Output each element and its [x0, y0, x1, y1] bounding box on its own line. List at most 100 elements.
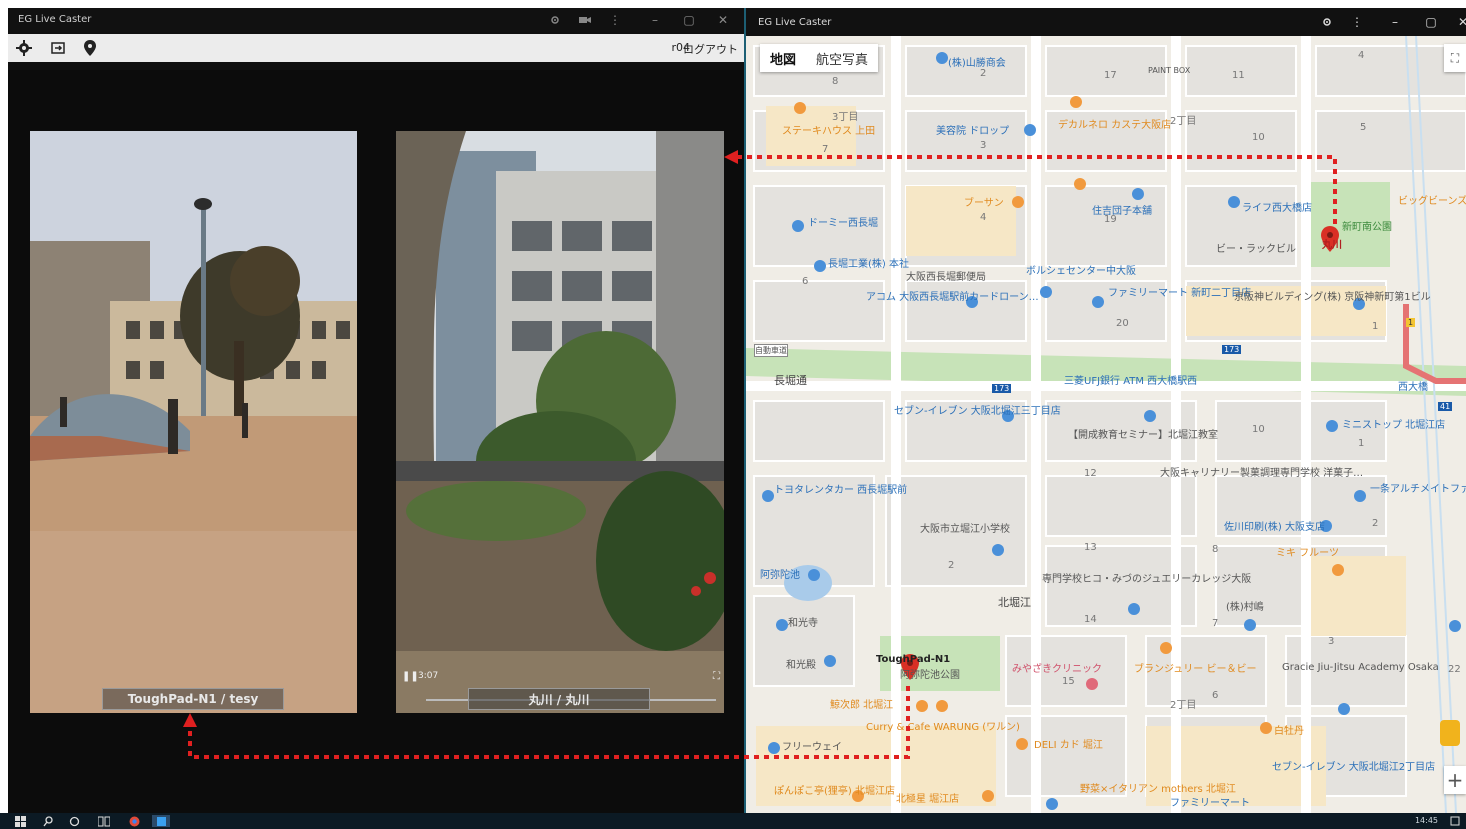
poi-label[interactable]: 和光殿: [786, 656, 816, 671]
close-icon[interactable]: ✕: [1446, 10, 1466, 34]
poi-label[interactable]: (株)村嶋: [1226, 598, 1264, 613]
clock[interactable]: 14:45: [1415, 816, 1438, 825]
search-icon[interactable]: [40, 815, 56, 827]
poi-label[interactable]: 和光寺: [788, 614, 818, 629]
poi-label[interactable]: ミキ フルーツ: [1276, 544, 1339, 559]
block-number: 4: [980, 212, 987, 223]
cast-icon[interactable]: [538, 8, 572, 32]
location-pin-icon[interactable]: [80, 38, 100, 58]
video-label-toughpad: ToughPad-N1 / tesy: [102, 688, 284, 710]
block-number: 14: [1084, 614, 1097, 625]
block-number: 6: [802, 276, 809, 287]
pause-icon[interactable]: ❚❚: [402, 671, 419, 682]
poi-label[interactable]: Curry & Cafe WARUNG (ワルン): [866, 718, 1020, 733]
poi-label[interactable]: DELI カド 堀江: [1034, 736, 1103, 751]
pegman-icon[interactable]: [1440, 720, 1460, 746]
block-number: 3: [980, 140, 987, 151]
poi-label[interactable]: ぽんぽこ亭(狸亭) 北堀江店: [774, 782, 895, 797]
close-icon[interactable]: ✕: [706, 8, 740, 32]
zoom-in-button[interactable]: +: [1444, 766, 1466, 794]
marker-label-marukawa[interactable]: 丸川: [1322, 236, 1342, 251]
more-options-icon[interactable]: ⋮: [1340, 10, 1374, 34]
block-number: 2: [948, 560, 955, 571]
block-number: 3丁目: [832, 112, 859, 123]
block-number: 3: [1328, 636, 1335, 647]
map-view-button[interactable]: 地図: [760, 49, 806, 68]
poi-label[interactable]: 三菱UFJ銀行 ATM 西大橋駅西: [1064, 372, 1197, 387]
gear-icon[interactable]: [14, 38, 34, 58]
logout-button[interactable]: ログアウト: [683, 41, 738, 57]
poi-label[interactable]: 【開成教育セミナー】北堀江教室: [1068, 426, 1218, 441]
maximize-icon[interactable]: ▢: [1414, 10, 1448, 34]
video-tile-marukawa[interactable]: ❚❚ 3:07 ⛶ 丸川 / 丸川: [396, 131, 724, 713]
cast-icon[interactable]: [1310, 10, 1344, 34]
block-number: 4: [1358, 50, 1365, 61]
poi-label[interactable]: デカルネロ カステ大阪店: [1058, 116, 1171, 131]
block-number: 15: [1062, 676, 1075, 687]
windows-start-icon[interactable]: [12, 815, 28, 827]
poi-label[interactable]: セブン-イレブン 大阪北堀江2丁目店: [1272, 758, 1435, 773]
minimize-icon[interactable]: –: [1378, 10, 1412, 34]
poi-label[interactable]: ファミリーマート 新町二丁目店: [1108, 284, 1251, 299]
block-number: 1: [1358, 438, 1365, 449]
poi-label[interactable]: ブーサン: [964, 194, 1004, 209]
station-label[interactable]: 西大橋: [1398, 378, 1428, 393]
map-fullscreen-icon[interactable]: ⛶: [1444, 44, 1466, 72]
video-tile-toughpad[interactable]: ToughPad-N1 / tesy: [30, 131, 357, 713]
poi-label[interactable]: 京阪神ビルディング(株) 京阪神新町第1ビル: [1234, 288, 1431, 303]
route-badge: 173: [1222, 345, 1242, 354]
map-type-toggle: 地図 航空写真: [760, 44, 879, 72]
poi-label[interactable]: みやざきクリニック: [1012, 660, 1102, 675]
poi-label[interactable]: 美容院 ドロップ: [936, 122, 1009, 137]
poi-label[interactable]: 阿弥陀池: [760, 566, 800, 581]
block-number: 20: [1116, 318, 1129, 329]
poi-label[interactable]: 佐川印刷(株) 大阪支店: [1224, 518, 1325, 533]
maximize-icon[interactable]: ▢: [672, 8, 706, 32]
poi-label[interactable]: 大阪西長堀郵便局: [906, 268, 986, 283]
poi-label[interactable]: 専門学校ヒコ・みづのジュエリーカレッジ大阪: [1042, 570, 1251, 585]
chrome-icon[interactable]: [126, 815, 142, 827]
poi-label[interactable]: アコム 大阪西長堀駅前カードローン…: [866, 288, 1039, 303]
poi-label[interactable]: ブランジュリー ビー＆ビー: [1134, 660, 1256, 675]
poi-label[interactable]: ファミリーマート: [1170, 794, 1250, 809]
logout-box-icon[interactable]: [48, 38, 68, 58]
camera-icon[interactable]: [568, 8, 602, 32]
poi-label[interactable]: 大阪キャリナリー製菓調理専門学校 洋菓子…: [1160, 464, 1363, 479]
poi-label[interactable]: フリーウェイ: [782, 738, 842, 753]
cortana-icon[interactable]: [66, 815, 82, 827]
poi-label[interactable]: 白牡丹: [1274, 722, 1304, 737]
poi-label[interactable]: ライフ西大橋店: [1242, 199, 1312, 214]
poi-label[interactable]: 大阪市立堀江小学校: [920, 520, 1010, 535]
taskbar: 14:45: [0, 813, 1466, 829]
right-titlebar: EG Live Caster ⋮ – ▢ ✕: [746, 8, 1466, 36]
poi-label[interactable]: Gracie Jiu-Jitsu Academy Osaka: [1282, 662, 1439, 673]
minimize-icon[interactable]: –: [638, 8, 672, 32]
poi-label[interactable]: 鯨次郎 北堀江: [830, 696, 893, 711]
poi-label[interactable]: ボルシェセンター中大阪: [1026, 262, 1136, 277]
satellite-view-button[interactable]: 航空写真: [806, 49, 878, 68]
notification-icon[interactable]: [1448, 815, 1462, 827]
poi-label[interactable]: 阿弥陀池公園: [900, 666, 960, 681]
app-icon[interactable]: [152, 815, 170, 827]
poi-label[interactable]: 長堀工業(株) 本社: [828, 255, 909, 270]
more-options-icon[interactable]: ⋮: [598, 8, 632, 32]
poi-label[interactable]: ドーミー西長堀: [808, 214, 878, 229]
task-view-icon[interactable]: [96, 815, 112, 827]
block-number: 7: [822, 144, 829, 155]
fullscreen-icon[interactable]: ⛶: [713, 671, 720, 682]
poi-label[interactable]: 野菜×イタリアン mothers 北堀江: [1080, 780, 1236, 795]
block-number: 22: [1448, 664, 1461, 675]
poi-label[interactable]: 北極星 堀江店: [896, 790, 959, 805]
poi-label[interactable]: トヨタレンタカー 西長堀駅前: [774, 481, 907, 496]
poi-label[interactable]: (株)山勝商会: [948, 54, 1006, 69]
poi-label[interactable]: 住吉団子本舗: [1092, 202, 1152, 217]
poi-label[interactable]: ミニストップ 北堀江店: [1342, 416, 1445, 431]
poi-label[interactable]: ビー・ラックビル: [1216, 240, 1296, 255]
poi-label[interactable]: セブン-イレブン 大阪北堀江三丁目店: [894, 402, 1061, 417]
poi-label[interactable]: ビッグビーンズ: [1398, 192, 1466, 207]
poi-label[interactable]: PAINT BOX: [1148, 66, 1190, 75]
poi-label[interactable]: 一条アルチメイトファクトリー大阪: [1370, 480, 1466, 495]
device-marker-label[interactable]: ToughPad-N1: [876, 654, 950, 665]
poi-label[interactable]: 新町南公園: [1342, 218, 1392, 233]
poi-label[interactable]: ステーキハウス 上田: [782, 122, 875, 137]
